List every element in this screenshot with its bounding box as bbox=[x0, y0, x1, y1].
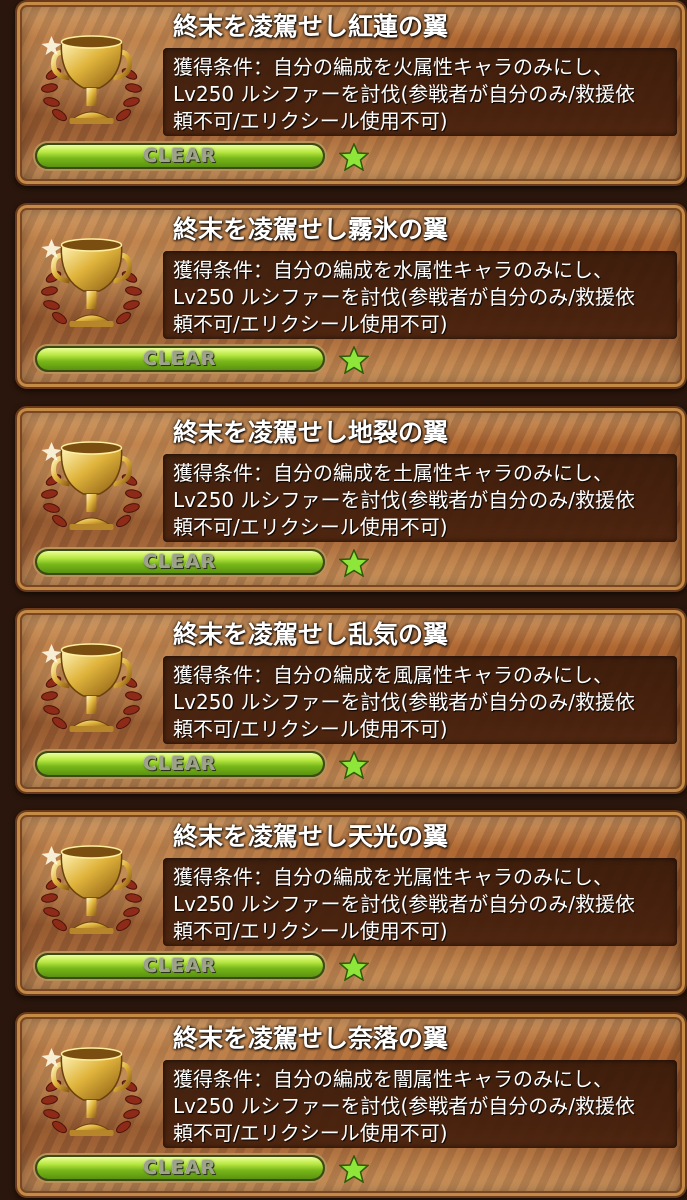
progress-bar: CLEAR bbox=[35, 549, 325, 575]
green-star-icon bbox=[339, 346, 369, 374]
clear-label: CLEAR bbox=[143, 551, 217, 573]
trophy-condition: 獲得条件：自分の編成を光属性キャラのみにし、 Lv250 ルシファーを討伐(参戦… bbox=[173, 865, 636, 943]
green-star-icon bbox=[339, 751, 369, 779]
trophy-title: 終末を凌駕せし地裂の翼 bbox=[173, 418, 449, 447]
trophy-card[interactable]: 終末を凌駕せし乱気の翼 獲得条件：自分の編成を風属性キャラのみにし、 Lv250… bbox=[15, 608, 687, 794]
trophy-card[interactable]: 終末を凌駕せし霧氷の翼 獲得条件：自分の編成を水属性キャラのみにし、 Lv250… bbox=[15, 203, 687, 389]
progress-bar: CLEAR bbox=[35, 953, 325, 979]
trophy-title: 終末を凌駕せし奈落の翼 bbox=[173, 1024, 449, 1053]
trophy-title: 終末を凌駕せし紅蓮の翼 bbox=[173, 12, 449, 41]
green-star-icon bbox=[339, 143, 369, 171]
trophy-title: 終末を凌駕せし霧氷の翼 bbox=[173, 215, 449, 244]
green-star-icon bbox=[339, 549, 369, 577]
trophy-condition: 獲得条件：自分の編成を水属性キャラのみにし、 Lv250 ルシファーを討伐(参戦… bbox=[173, 258, 636, 336]
clear-label: CLEAR bbox=[143, 1157, 217, 1179]
trophy-card[interactable]: 終末を凌駕せし紅蓮の翼 獲得条件：自分の編成を火属性キャラのみにし、 Lv250… bbox=[15, 0, 687, 186]
clear-label: CLEAR bbox=[143, 753, 217, 775]
trophy-title: 終末を凌駕せし乱気の翼 bbox=[173, 620, 449, 649]
progress-bar: CLEAR bbox=[35, 751, 325, 777]
trophy-condition: 獲得条件：自分の編成を風属性キャラのみにし、 Lv250 ルシファーを討伐(参戦… bbox=[173, 663, 636, 741]
clear-label: CLEAR bbox=[143, 955, 217, 977]
green-star-icon bbox=[339, 953, 369, 981]
gold-trophy-icon bbox=[29, 822, 154, 952]
trophy-list: 終末を凌駕せし紅蓮の翼 獲得条件：自分の編成を火属性キャラのみにし、 Lv250… bbox=[0, 0, 687, 1200]
trophy-condition: 獲得条件：自分の編成を火属性キャラのみにし、 Lv250 ルシファーを討伐(参戦… bbox=[173, 55, 636, 133]
clear-label: CLEAR bbox=[143, 145, 217, 167]
gold-trophy-icon bbox=[29, 215, 154, 345]
gold-trophy-icon bbox=[29, 620, 154, 750]
trophy-condition: 獲得条件：自分の編成を土属性キャラのみにし、 Lv250 ルシファーを討伐(参戦… bbox=[173, 461, 636, 539]
gold-trophy-icon bbox=[29, 12, 154, 142]
progress-bar: CLEAR bbox=[35, 346, 325, 372]
clear-label: CLEAR bbox=[143, 348, 217, 370]
gold-trophy-icon bbox=[29, 418, 154, 548]
progress-bar: CLEAR bbox=[35, 143, 325, 169]
trophy-card[interactable]: 終末を凌駕せし地裂の翼 獲得条件：自分の編成を土属性キャラのみにし、 Lv250… bbox=[15, 406, 687, 592]
progress-bar: CLEAR bbox=[35, 1155, 325, 1181]
trophy-card[interactable]: 終末を凌駕せし天光の翼 獲得条件：自分の編成を光属性キャラのみにし、 Lv250… bbox=[15, 810, 687, 996]
gold-trophy-icon bbox=[29, 1024, 154, 1154]
trophy-condition: 獲得条件：自分の編成を闇属性キャラのみにし、 Lv250 ルシファーを討伐(参戦… bbox=[173, 1067, 636, 1145]
trophy-card[interactable]: 終末を凌駕せし奈落の翼 獲得条件：自分の編成を闇属性キャラのみにし、 Lv250… bbox=[15, 1012, 687, 1198]
trophy-title: 終末を凌駕せし天光の翼 bbox=[173, 822, 449, 851]
green-star-icon bbox=[339, 1155, 369, 1183]
